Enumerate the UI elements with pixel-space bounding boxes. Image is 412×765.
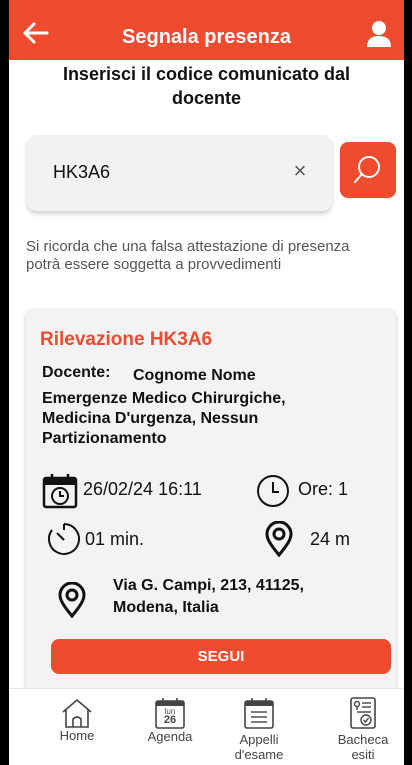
docente-label: Docente: xyxy=(42,364,111,381)
code-input-value[interactable]: HK3A6 xyxy=(53,162,110,183)
address-text: Via G. Campi, 213, 41125, Modena, Italia xyxy=(113,577,304,616)
card-title: Rilevazione HK3A6 xyxy=(40,329,213,350)
calendar-date: 26 xyxy=(163,714,177,726)
nav-bacheca-label-1: Bacheca xyxy=(337,732,389,747)
course-name: Emergenze Medico Chirurgiche, Medicina D… xyxy=(42,390,286,447)
distance-value: 24 m xyxy=(310,529,351,549)
nav-home-label: Home xyxy=(59,728,95,743)
page-title: Segnala presenza xyxy=(122,26,291,48)
instruction-text: Inserisci il codice comunicato dal docen… xyxy=(62,64,351,108)
user-button[interactable] xyxy=(366,20,392,48)
docente-name: Cognome Nome xyxy=(133,367,256,384)
disclaimer-text: Si ricorda che una falsa attestazione di… xyxy=(26,238,350,273)
code-input[interactable]: HK3A6 × xyxy=(27,135,332,211)
search-button[interactable] xyxy=(340,142,396,198)
app-screen: Segnala presenza Inserisci il codice com… xyxy=(9,0,404,765)
location-pin-icon xyxy=(264,520,294,562)
nav-agenda-label: Agenda xyxy=(147,729,193,744)
search-icon xyxy=(354,156,380,183)
segui-button[interactable]: SEGUI xyxy=(51,639,391,674)
nav-home[interactable]: Home xyxy=(47,697,107,743)
app-header: Segnala presenza xyxy=(9,0,404,60)
hours-value: Ore: 1 xyxy=(298,479,349,499)
nav-appelli-label-2: d'esame xyxy=(234,747,284,762)
nav-appelli[interactable]: Appelli d'esame xyxy=(229,697,289,762)
nav-bacheca-label-2: esiti xyxy=(351,747,375,762)
datetime-value: 26/02/24 16:11 xyxy=(83,479,202,499)
exam-calendar-icon xyxy=(244,698,274,729)
user-icon xyxy=(367,21,391,47)
clock-icon xyxy=(256,474,290,513)
calendar-icon: lun 26 xyxy=(154,697,186,729)
results-board-icon xyxy=(350,697,376,729)
calendar-clock-icon xyxy=(42,473,78,514)
home-icon xyxy=(62,698,92,728)
clear-button[interactable]: × xyxy=(286,157,314,185)
nav-appelli-label-1: Appelli xyxy=(239,732,279,747)
nav-agenda[interactable]: lun 26 Agenda xyxy=(135,697,205,744)
nav-bacheca[interactable]: Bacheca esiti xyxy=(331,697,395,762)
attendance-card: Rilevazione HK3A6 Docente: Cognome Nome … xyxy=(26,310,396,700)
address-pin-icon xyxy=(57,581,87,623)
duration-value: 01 min. xyxy=(85,529,145,549)
timer-icon xyxy=(47,522,81,561)
bottom-nav: Home lun 26 Agenda Appelli d'esame Bache… xyxy=(9,688,404,765)
